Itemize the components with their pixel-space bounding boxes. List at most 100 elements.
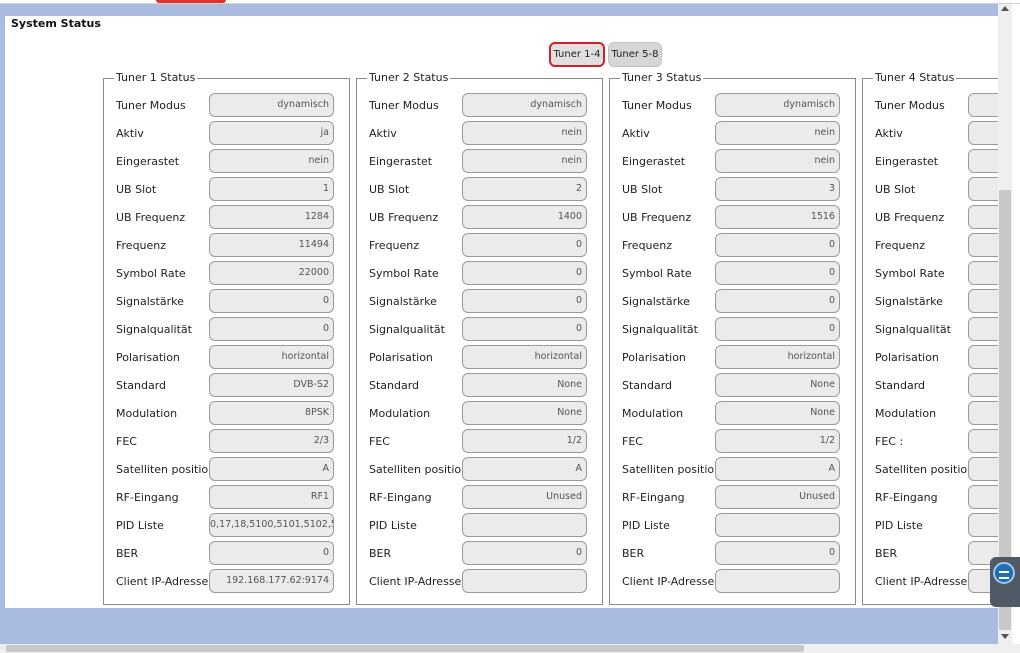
- field-label: BER: [622, 546, 645, 560]
- status-field-row: Satelliten position A: [369, 457, 590, 481]
- field-value-box: horizontal: [462, 345, 587, 369]
- status-field-row: UB Frequenz 1516: [622, 205, 843, 229]
- status-field-row: RF-Eingang Unused: [622, 485, 843, 509]
- field-value-box: 0: [462, 289, 587, 313]
- field-value-box: 0: [715, 261, 840, 285]
- field-value-box: dynamisch: [715, 93, 840, 117]
- field-label: Frequenz: [622, 238, 673, 252]
- field-label: RF-Eingang: [369, 490, 432, 504]
- field-value-box: 2/3: [209, 429, 334, 453]
- field-label: Modulation: [116, 406, 178, 420]
- field-value-box: [968, 457, 998, 481]
- status-field-row: Client IP-Adresse: [622, 569, 843, 593]
- status-field-row: Symbol Rate 22000: [116, 261, 337, 285]
- status-field-row: Eingerastet: [875, 149, 998, 173]
- help-chat-icon[interactable]: [993, 562, 1015, 584]
- horizontal-scroll-thumb[interactable]: [6, 645, 804, 652]
- field-label: Satelliten position: [369, 462, 469, 476]
- status-field-row: Tuner Modus dynamisch: [622, 93, 843, 117]
- field-value-box: [968, 121, 998, 145]
- scroll-down-arrow-icon[interactable]: [1001, 634, 1009, 639]
- field-label: Aktiv: [116, 126, 144, 140]
- field-value-box: Unused: [462, 485, 587, 509]
- tuner-status-title: Tuner 4 Status: [873, 71, 957, 84]
- field-label: Modulation: [875, 406, 937, 420]
- field-label: UB Slot: [116, 182, 157, 196]
- field-label: Satelliten position: [622, 462, 722, 476]
- field-value-box: [968, 401, 998, 425]
- tuner-status-title: Tuner 1 Status: [114, 71, 198, 84]
- status-field-row: Standard DVB-S2: [116, 373, 337, 397]
- field-label: FEC: [369, 434, 390, 448]
- field-label: Polarisation: [116, 350, 180, 364]
- field-label: PID Liste: [622, 518, 670, 532]
- status-field-row: FEC 1/2: [622, 429, 843, 453]
- status-field-row: Frequenz 0: [369, 233, 590, 257]
- field-label: Eingerastet: [622, 154, 686, 168]
- field-value-box: None: [715, 373, 840, 397]
- status-field-row: UB Frequenz 1284: [116, 205, 337, 229]
- status-field-row: RF-Eingang Unused: [369, 485, 590, 509]
- status-field-row: Frequenz 11494: [116, 233, 337, 257]
- field-label: PID Liste: [116, 518, 164, 532]
- status-field-row: Client IP-Adresse: [369, 569, 590, 593]
- status-field-row: Modulation: [875, 401, 998, 425]
- field-value-box: RF1: [209, 485, 334, 509]
- status-field-row: Modulation 8PSK: [116, 401, 337, 425]
- status-field-row: Client IP-Adresse 192.168.177.62:9174: [116, 569, 337, 593]
- status-field-row: Aktiv ja: [116, 121, 337, 145]
- status-field-row: Satelliten position A: [622, 457, 843, 481]
- field-label: UB Frequenz: [369, 210, 439, 224]
- vertical-scrollbar[interactable]: [998, 4, 1012, 644]
- field-value-box: Unused: [715, 485, 840, 509]
- status-field-row: Eingerastet nein: [622, 149, 843, 173]
- field-value-box: dynamisch: [462, 93, 587, 117]
- status-field-row: Aktiv nein: [369, 121, 590, 145]
- field-value-box: 1/2: [462, 429, 587, 453]
- field-label: UB Frequenz: [875, 210, 945, 224]
- field-label: FEC: [116, 434, 137, 448]
- field-value-box: nein: [715, 149, 840, 173]
- field-label: Frequenz: [116, 238, 167, 252]
- status-field-row: FEC :: [875, 429, 998, 453]
- field-value-box: 1400: [462, 205, 587, 229]
- status-field-row: UB Slot 1: [116, 177, 337, 201]
- field-value-box: [968, 317, 998, 341]
- field-value-box: dynamisch: [209, 93, 334, 117]
- field-label: Frequenz: [875, 238, 926, 252]
- help-widget[interactable]: [990, 557, 1020, 607]
- field-value-box: 0: [209, 541, 334, 565]
- field-label: Signalqualität: [875, 322, 951, 336]
- field-value-box: [968, 429, 998, 453]
- field-value-box: [968, 373, 998, 397]
- status-field-row: Satelliten position A: [116, 457, 337, 481]
- field-value-box: 8PSK: [209, 401, 334, 425]
- status-field-row: Standard None: [622, 373, 843, 397]
- field-value-box: [462, 513, 587, 537]
- field-value-box: horizontal: [209, 345, 334, 369]
- field-value-box: [968, 485, 998, 509]
- status-field-row: Signalqualität 0: [369, 317, 590, 341]
- field-label: Tuner Modus: [116, 98, 186, 112]
- status-field-row: Signalqualität 0: [116, 317, 337, 341]
- status-field-row: UB Slot: [875, 177, 998, 201]
- field-value-box: 0: [462, 233, 587, 257]
- field-label: Aktiv: [622, 126, 650, 140]
- field-value-box: 0: [715, 289, 840, 313]
- horizontal-scrollbar[interactable]: [0, 644, 1020, 653]
- field-label: Tuner Modus: [875, 98, 945, 112]
- field-value-box: [968, 513, 998, 537]
- field-value-box: A: [462, 457, 587, 481]
- tuner-5-8-button[interactable]: Tuner 5-8: [608, 42, 662, 67]
- field-label: Client IP-Adresse: [116, 574, 209, 588]
- status-field-row: Polarisation horizontal: [622, 345, 843, 369]
- field-value-box: [968, 205, 998, 229]
- field-label: Signalstärke: [116, 294, 184, 308]
- field-value-box: 0: [715, 233, 840, 257]
- status-field-row: PID Liste: [369, 513, 590, 537]
- status-field-row: Signalstärke 0: [369, 289, 590, 313]
- active-tab-indicator: [156, 0, 226, 3]
- scroll-up-arrow-icon[interactable]: [1001, 6, 1009, 11]
- status-field-row: Signalqualität: [875, 317, 998, 341]
- tuner-1-4-button[interactable]: Tuner 1-4: [549, 42, 605, 67]
